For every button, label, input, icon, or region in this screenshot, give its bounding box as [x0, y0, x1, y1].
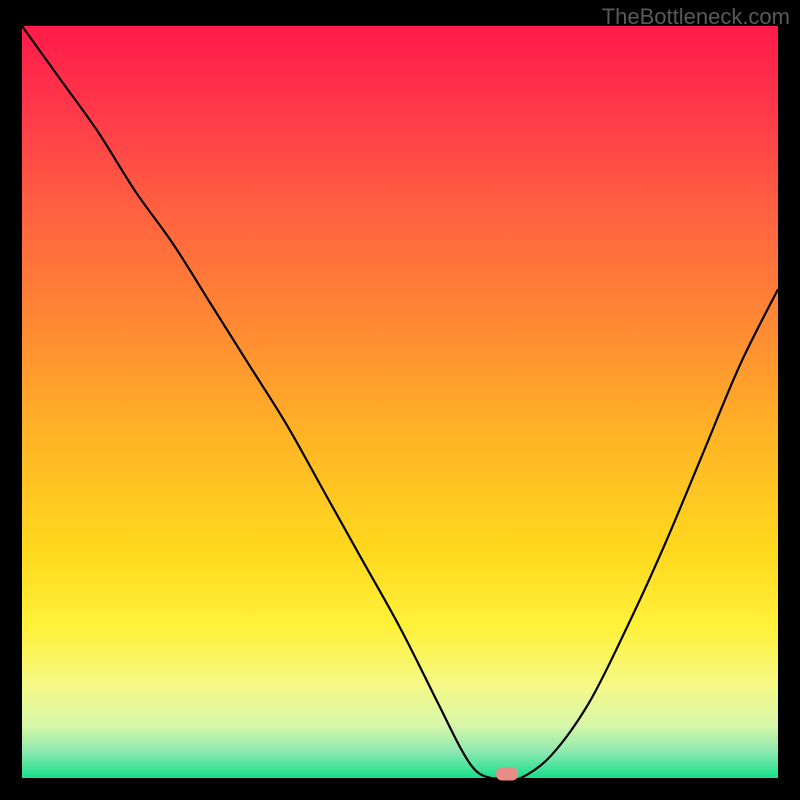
optimal-marker [496, 768, 518, 781]
bottleneck-curve [22, 26, 778, 778]
watermark-text: TheBottleneck.com [602, 4, 790, 30]
curve-layer [22, 26, 778, 778]
chart-plot-area [22, 26, 778, 778]
